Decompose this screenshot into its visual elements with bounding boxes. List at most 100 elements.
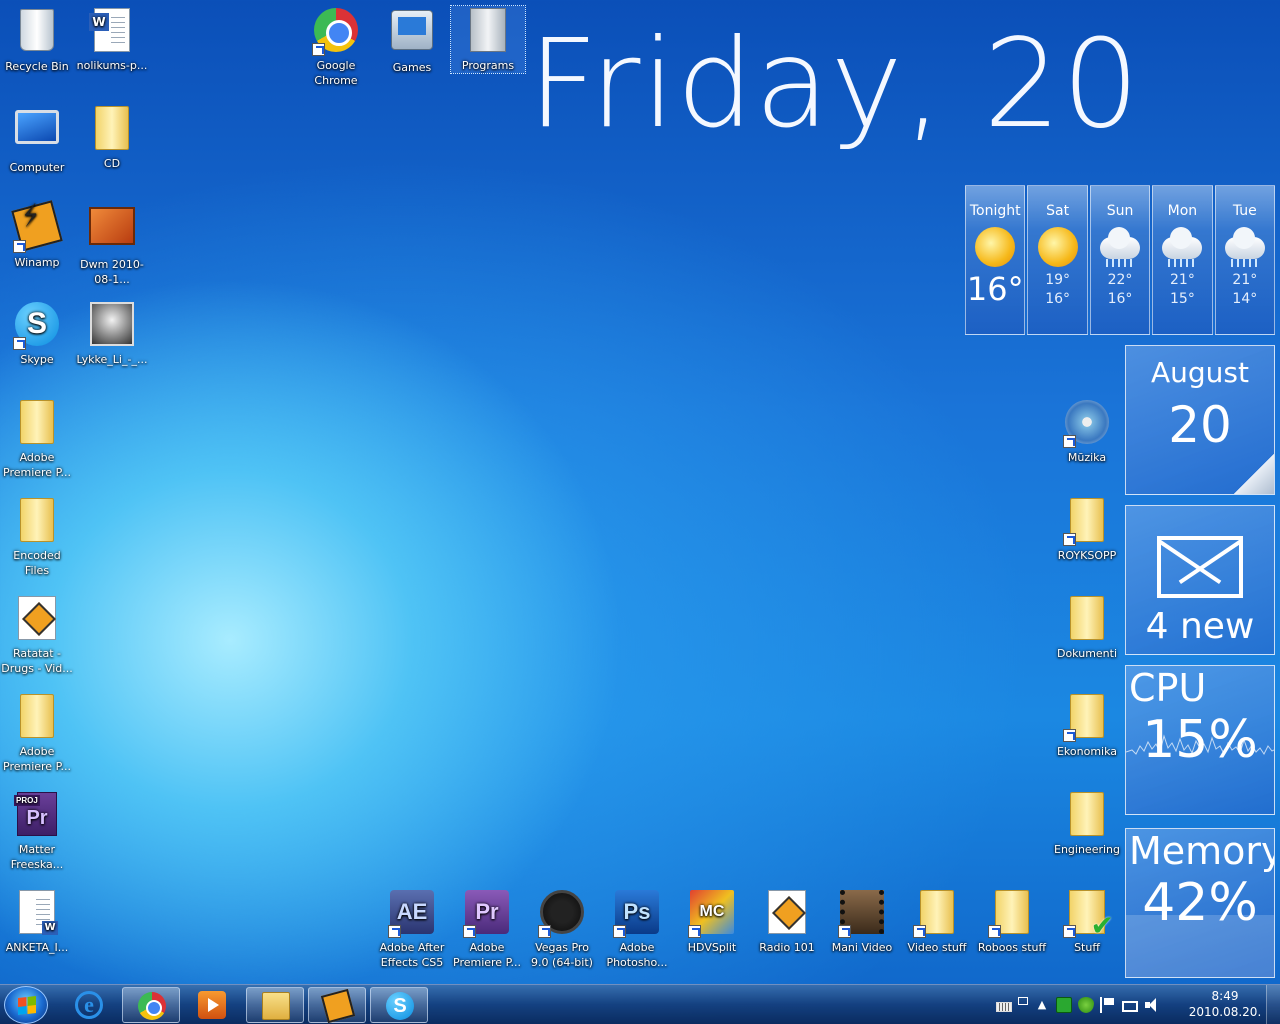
recycle-bin-icon <box>13 9 61 57</box>
vegas-pro-shortcut[interactable]: Vegas Pro 9.0 (64-bit) <box>525 888 599 970</box>
icon-label: Adobe Photosho... <box>606 941 668 969</box>
shortcut-arrow-icon <box>688 925 701 938</box>
weather-low: 16° <box>1045 291 1071 307</box>
system-clock[interactable]: 8:49 2010.08.20. <box>1188 988 1262 1020</box>
games-shortcut[interactable]: Games <box>375 6 449 75</box>
show-hidden-icons-button[interactable]: ▲ <box>1034 997 1050 1013</box>
muzika-shortcut[interactable]: Mūzika <box>1050 398 1124 465</box>
adobe-premiere-folder-1[interactable]: Adobe Premiere P... <box>0 398 74 480</box>
skype-icon: S <box>386 992 414 1020</box>
taskbar-winamp[interactable] <box>308 987 366 1024</box>
sun-icon <box>975 227 1016 267</box>
roboos-stuff-shortcut[interactable]: Roboos stuff <box>975 888 1049 955</box>
royksopp-shortcut[interactable]: ROYKSOPP <box>1050 496 1124 563</box>
premiere-pro-icon: Pr <box>463 890 511 938</box>
sun-icon <box>1037 227 1078 267</box>
skype-shortcut[interactable]: S Skype <box>0 300 74 367</box>
hdvsplit-shortcut[interactable]: MC HDVSplit <box>675 888 749 955</box>
computer-icon <box>13 110 61 158</box>
nolikums-document[interactable]: W nolikums-p... <box>75 6 149 73</box>
icon-label: Dokumenti <box>1056 647 1118 660</box>
icon-label: Ekonomika <box>1056 745 1118 758</box>
icon-label: Vegas Pro 9.0 (64-bit) <box>531 941 593 969</box>
shortcut-arrow-icon <box>1063 533 1076 546</box>
shortcut-arrow-icon <box>913 925 926 938</box>
taskbar-internet-explorer[interactable]: e <box>60 987 118 1023</box>
mail-gadget[interactable]: 4 new <box>1125 505 1275 655</box>
volume-icon[interactable] <box>1144 997 1160 1013</box>
taskbar-google-chrome[interactable] <box>122 987 180 1023</box>
checked-folder-icon <box>1063 890 1114 938</box>
icon-label: Ratatat - Drugs - Vid... <box>1 647 73 675</box>
after-effects-shortcut[interactable]: AE Adobe After Effects CS5 <box>375 888 449 970</box>
weather-low: 16° <box>1107 291 1133 307</box>
programs-shortcut[interactable]: Programs <box>450 5 526 74</box>
weather-low: 15° <box>1170 291 1195 307</box>
encoded-files-folder[interactable]: Encoded Files <box>0 496 74 578</box>
programs-icon <box>464 8 512 56</box>
dwm-video-file[interactable]: Dwm 2010-08-1... <box>75 202 149 287</box>
matter-freeska-project[interactable]: PROJ Pr Matter Freeska... <box>0 790 74 872</box>
notification-area: ▲ <box>996 985 1160 1024</box>
weather-gadget[interactable]: Tonight 16° Sat 19° 16° Sun 22° 16° Mon … <box>965 185 1276 335</box>
taskbar-windows-media-player[interactable] <box>183 987 241 1023</box>
ekonomika-shortcut[interactable]: Ekonomika <box>1050 692 1124 759</box>
calendar-gadget[interactable]: August 20 <box>1125 345 1275 495</box>
adobe-premiere-folder-2[interactable]: Adobe Premiere P... <box>0 692 74 774</box>
folder-icon <box>13 498 61 546</box>
shortcut-arrow-icon <box>538 925 551 938</box>
mani-video-shortcut[interactable]: Mani Video <box>825 888 899 955</box>
icon-label: Radio 101 <box>759 941 815 954</box>
lykke-li-file[interactable]: Lykke_Li_-_... <box>75 300 149 367</box>
winamp-icon <box>320 988 356 1024</box>
network-icon[interactable] <box>1122 1000 1138 1012</box>
ratatat-video-file[interactable]: Ratatat - Drugs - Vid... <box>0 594 74 676</box>
cpu-gadget[interactable]: CPU 15% <box>1125 665 1275 815</box>
rain-cloud-icon <box>1162 227 1203 267</box>
icon-label: ROYKSOPP <box>1057 549 1117 562</box>
shortcut-arrow-icon <box>1063 729 1076 742</box>
taskbar-windows-explorer[interactable] <box>246 987 304 1023</box>
recycle-bin-shortcut[interactable]: Recycle Bin <box>0 6 74 74</box>
rain-cloud-icon <box>1100 227 1141 267</box>
cd-folder[interactable]: CD <box>75 104 149 171</box>
icon-label: Adobe After Effects CS5 <box>379 941 445 969</box>
icon-label: Adobe Premiere P... <box>3 451 71 479</box>
shortcut-arrow-icon <box>1063 435 1076 448</box>
desktop: Recycle Bin Computer Winamp S Skype Adob… <box>0 0 1280 984</box>
stuff-shortcut[interactable]: Stuff <box>1050 888 1124 955</box>
calendar-day: 20 <box>1168 396 1232 454</box>
weather-day-name: Tonight <box>969 203 1021 219</box>
weather-day-name: Mon <box>1167 203 1198 219</box>
weather-high: 19° <box>1045 272 1071 288</box>
restore-window-icon[interactable] <box>1018 997 1028 1005</box>
video-stuff-shortcut[interactable]: Video stuff <box>900 888 974 955</box>
engineering-folder[interactable]: Engineering <box>1050 790 1124 857</box>
antivirus-shield-icon[interactable] <box>1078 997 1094 1013</box>
icon-label: Encoded Files <box>13 549 61 577</box>
shortcut-arrow-icon <box>388 925 401 938</box>
icon-label: Recycle Bin <box>5 60 69 73</box>
action-center-flag-icon[interactable] <box>1100 997 1116 1013</box>
start-button[interactable] <box>4 986 48 1024</box>
chrome-icon <box>312 8 360 56</box>
utorrent-icon[interactable] <box>1056 997 1072 1013</box>
icon-label: Engineering <box>1054 843 1120 856</box>
memory-gadget[interactable]: Memory 42% <box>1125 828 1275 978</box>
computer-shortcut[interactable]: Computer <box>0 104 74 175</box>
dokumenti-folder[interactable]: Dokumenti <box>1050 594 1124 661</box>
anketa-document[interactable]: W ANKETA_I... <box>0 888 74 955</box>
weather-day-name: Sun <box>1106 203 1134 219</box>
weather-day-mon: Mon 21° 15° <box>1152 185 1213 335</box>
folder-icon <box>1063 596 1111 644</box>
keyboard-language-icon[interactable] <box>996 1001 1012 1012</box>
radio-101-shortcut[interactable]: Radio 101 <box>750 888 824 955</box>
taskbar-skype[interactable]: S <box>370 987 428 1023</box>
winamp-shortcut[interactable]: Winamp <box>0 200 74 270</box>
icon-label: Skype <box>20 353 54 366</box>
photoshop-shortcut[interactable]: Ps Adobe Photosho... <box>600 888 674 970</box>
show-desktop-button[interactable] <box>1266 985 1280 1024</box>
folder-icon <box>88 106 136 154</box>
premiere-pro-shortcut[interactable]: Pr Adobe Premiere P... <box>450 888 524 970</box>
google-chrome-shortcut[interactable]: Google Chrome <box>299 6 373 88</box>
